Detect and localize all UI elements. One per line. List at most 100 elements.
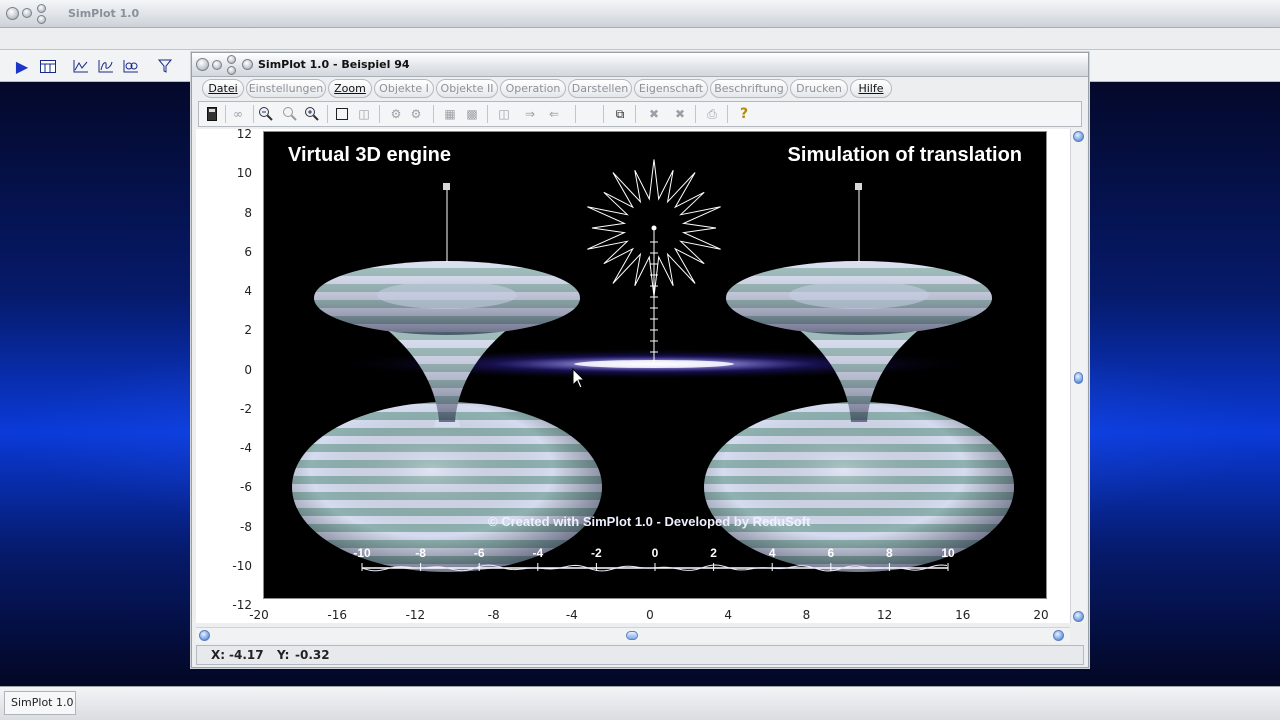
y-tick-label: -8 [240,519,252,534]
menu-drucken[interactable]: Drucken [790,79,848,98]
inner-axis-tick-label: 0 [651,546,659,560]
inner-axis-tick-label: 4 [768,546,776,560]
restore-window-button[interactable] [227,66,236,75]
grid-icon[interactable]: ▦ [441,106,459,122]
parametric-chart-icon[interactable] [97,58,115,74]
right-heading: Simulation of translation [787,144,1022,166]
menu-eigenschaft[interactable]: Eigenschaft [634,79,708,98]
play-icon[interactable]: ▶ [13,57,31,76]
minimize-window-button[interactable] [212,60,222,70]
y-tick-label: 10 [236,166,252,181]
binoculars-icon[interactable]: ∞ [229,106,247,122]
help-icon[interactable]: ? [735,106,753,122]
center-ruler [650,228,658,362]
toolbar-separator [603,105,604,123]
toolbar-separator [727,105,728,123]
toolbar-separator [253,105,254,123]
menu-hilfe[interactable]: Hilfe [850,79,892,98]
scroll-left-button[interactable] [199,630,210,641]
menu-datei[interactable]: Datei [202,79,244,98]
maximize-window-button[interactable] [37,4,46,13]
zoom-out-icon[interactable] [257,106,275,122]
window-title: SimPlot 1.0 - Beispiel 94 [258,58,410,71]
credit-text: © Created with SimPlot 1.0 - Developed b… [488,514,811,529]
copy-icon[interactable]: ⧉ [611,106,629,122]
scroll-right-button[interactable] [1053,630,1064,641]
horizontal-scroll-thumb[interactable] [626,631,638,640]
y-tick-label: 6 [244,244,252,259]
x-coord-value: -4.17 [229,648,264,662]
x-tick-label: 12 [876,608,893,622]
arrow-right-icon[interactable]: ⇒ [521,106,539,122]
settings-a-icon[interactable]: ⚙ [387,106,405,122]
menu-objekte-1[interactable]: Objekte I [374,79,434,98]
app-menubar [0,28,1280,50]
y-tick-label: 4 [244,284,252,298]
example-window: SimPlot 1.0 - Beispiel 94 Datei Einstell… [191,52,1089,668]
vertical-scrollbar[interactable] [1070,129,1086,623]
line-chart-icon[interactable] [72,58,90,74]
x-tick-label: -12 [405,608,426,622]
status-bar: X: -4.17 Y: -0.32 [196,645,1084,665]
delete-a-icon[interactable]: ✖ [645,106,663,122]
settings-b-icon[interactable]: ⚙ [407,106,425,122]
restore-window-button[interactable] [37,15,46,24]
close-window-button[interactable] [6,7,19,20]
example-window-titlebar[interactable]: SimPlot 1.0 - Beispiel 94 [192,53,1088,77]
vertical-scroll-thumb[interactable] [1074,372,1083,384]
horizontal-scrollbar[interactable] [196,627,1070,643]
menubar: Datei Einstellungen Zoom Objekte I Objek… [198,79,1082,99]
scroll-up-button[interactable] [1073,131,1084,142]
inner-axis-tick-label: -6 [473,546,485,560]
y-tick-label: 8 [244,205,252,220]
toolbar-separator [379,105,380,123]
menu-operation[interactable]: Operation [500,79,566,98]
arrow-left-icon[interactable]: ⇐ [545,106,563,122]
layout-icon[interactable]: ◫ [495,106,513,122]
close-window-button[interactable] [196,58,209,71]
scroll-down-button[interactable] [1073,611,1084,622]
minimize-window-button[interactable] [22,8,32,18]
x-tick-label: -16 [327,608,347,622]
mouse-cursor-icon [572,368,586,389]
delete-b-icon[interactable]: ✖ [671,106,689,122]
toolbar-separator [575,105,576,123]
zoom-reset-icon[interactable] [281,106,299,122]
funnel-icon[interactable] [156,58,174,74]
maximize-window-button[interactable] [227,55,236,64]
polar-chart-icon[interactable] [122,58,140,74]
plot-canvas[interactable]: Virtual 3D engine Simulation of translat… [263,131,1047,599]
menu-darstellen[interactable]: Darstellen [568,79,632,98]
x-tick-label: -20 [249,608,269,622]
y-tick-label: -6 [240,480,252,495]
y-tick-label: -4 [240,441,252,455]
inner-axis-tick-label: -10 [353,546,371,560]
y-tick-label: -10 [232,558,252,573]
inner-axis-tick-label: 2 [710,546,717,560]
rectangle-select-icon[interactable] [333,106,351,122]
taskbar-item-simplot[interactable]: SimPlot 1.0 [4,691,76,715]
x-tick-label: 8 [802,608,811,622]
table-icon[interactable] [39,58,57,74]
calculator-icon[interactable] [203,106,221,122]
menu-zoom[interactable]: Zoom [328,79,372,98]
app-title: SimPlot 1.0 [68,7,140,20]
y-tick-label: -2 [240,401,252,416]
x-tick-label: 20 [1033,608,1049,622]
x-tick-label: 4 [724,608,732,622]
menu-einstellungen[interactable]: Einstellungen [246,79,326,98]
export-icon[interactable]: ▩ [463,106,481,122]
print-icon[interactable]: ⎙ [703,106,721,122]
fit-view-icon[interactable]: ◫ [355,106,373,122]
menu-beschriftung[interactable]: Beschriftung [710,79,788,98]
toolbar-separator [695,105,696,123]
toolbar-separator [635,105,636,123]
zoom-in-icon[interactable] [303,106,321,122]
plot-area[interactable]: 12 10 8 6 4 2 0 -2 -4 -6 -8 -10 -12 -20 -16 -12 -8 -4 0 4 8… [196,127,1070,623]
menu-objekte-2[interactable]: Objekte II [436,79,498,98]
y-tick-label: 0 [244,362,252,377]
x-tick-label: -8 [487,608,500,622]
y-coord-value: -0.32 [295,648,330,662]
window-icon [242,59,253,70]
x-coord-label: X: [211,648,226,662]
